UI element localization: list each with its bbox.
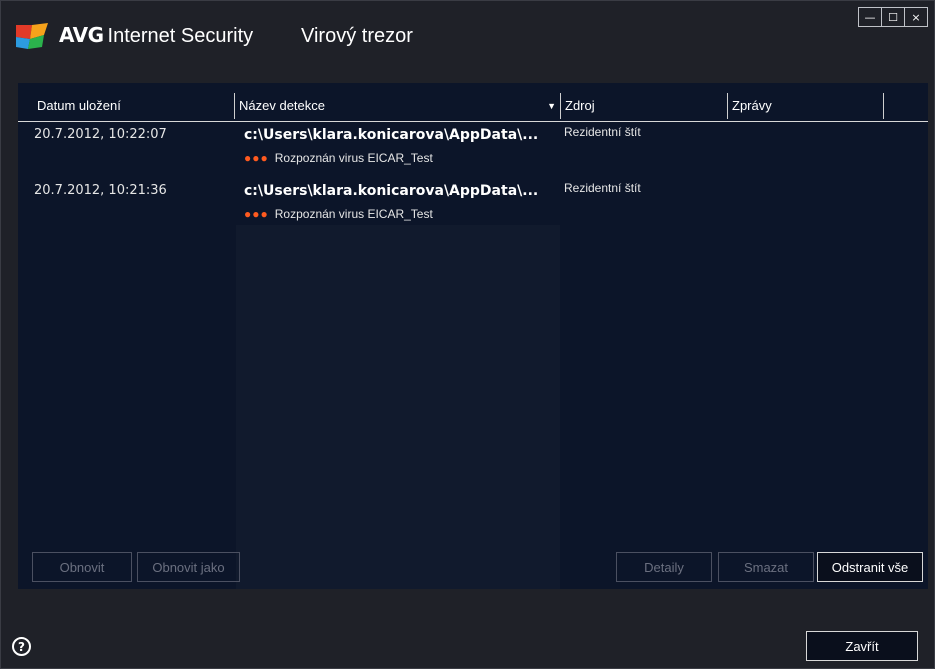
column-stripe [236, 225, 560, 589]
section-title: Virový trezor [301, 25, 413, 47]
column-header-source[interactable]: Zdroj [561, 93, 728, 119]
table-row[interactable]: 20.7.2012, 10:22:07 c:\Users\klara.konic… [18, 123, 928, 179]
table-row[interactable]: 20.7.2012, 10:21:36 c:\Users\klara.konic… [18, 179, 928, 235]
avg-window: AVG Internet Security Virový trezor — ☐ ×… [0, 0, 935, 669]
cell-path: c:\Users\klara.konicarova\AppData\... [244, 127, 539, 143]
delete-all-button[interactable]: Odstranit vše [817, 552, 923, 582]
restore-as-button[interactable]: Obnovit jako [137, 552, 240, 582]
title-bar: AVG Internet Security Virový trezor — ☐ × [1, 1, 934, 81]
table-header: Datum uložení Název detekce ▼ Zdroj Zprá… [18, 91, 928, 122]
restore-button[interactable]: Obnovit [32, 552, 132, 582]
severity-dots-icon: ●●● [244, 151, 269, 165]
app-name: AVG Internet Security [59, 23, 253, 48]
detection-text: Rozpoznán virus EICAR_Test [274, 151, 433, 165]
column-header-messages[interactable]: Zprávy [728, 93, 884, 119]
cell-source: Rezidentní štít [564, 181, 641, 195]
cell-detection: ●●● Rozpoznán virus EICAR_Test [244, 207, 433, 221]
brand-rest: Internet Security [107, 25, 254, 47]
help-icon[interactable]: ? [12, 637, 31, 656]
close-button[interactable]: Zavřít [806, 631, 918, 661]
column-label-detection: Název detekce [239, 98, 325, 113]
window-controls: — ☐ × [858, 7, 928, 27]
minimize-button[interactable]: — [858, 7, 882, 27]
cell-path: c:\Users\klara.konicarova\AppData\... [244, 183, 539, 199]
column-header-detection[interactable]: Název detekce ▼ [235, 93, 561, 119]
column-label-date: Datum uložení [37, 98, 121, 113]
severity-dots-icon: ●●● [244, 207, 269, 221]
sort-down-arrow-icon: ▼ [547, 101, 556, 111]
avg-logo-icon [16, 23, 48, 49]
close-icon: × [911, 10, 921, 24]
detection-text: Rozpoznán virus EICAR_Test [274, 207, 433, 221]
cell-source: Rezidentní štít [564, 125, 641, 139]
column-label-messages: Zprávy [732, 98, 772, 113]
column-label-source: Zdroj [565, 98, 595, 113]
maximize-button[interactable]: ☐ [881, 7, 905, 27]
cell-date: 20.7.2012, 10:22:07 [34, 127, 167, 142]
cell-date: 20.7.2012, 10:21:36 [34, 183, 167, 198]
column-header-date[interactable]: Datum uložení [33, 93, 235, 119]
brand-bold: AVG [59, 23, 104, 47]
vault-panel: Datum uložení Název detekce ▼ Zdroj Zprá… [18, 83, 928, 589]
cell-detection: ●●● Rozpoznán virus EICAR_Test [244, 151, 433, 165]
minimize-icon: — [864, 10, 876, 24]
details-button[interactable]: Detaily [616, 552, 712, 582]
close-window-button[interactable]: × [904, 7, 928, 27]
delete-button[interactable]: Smazat [718, 552, 814, 582]
maximize-icon: ☐ [888, 10, 898, 24]
